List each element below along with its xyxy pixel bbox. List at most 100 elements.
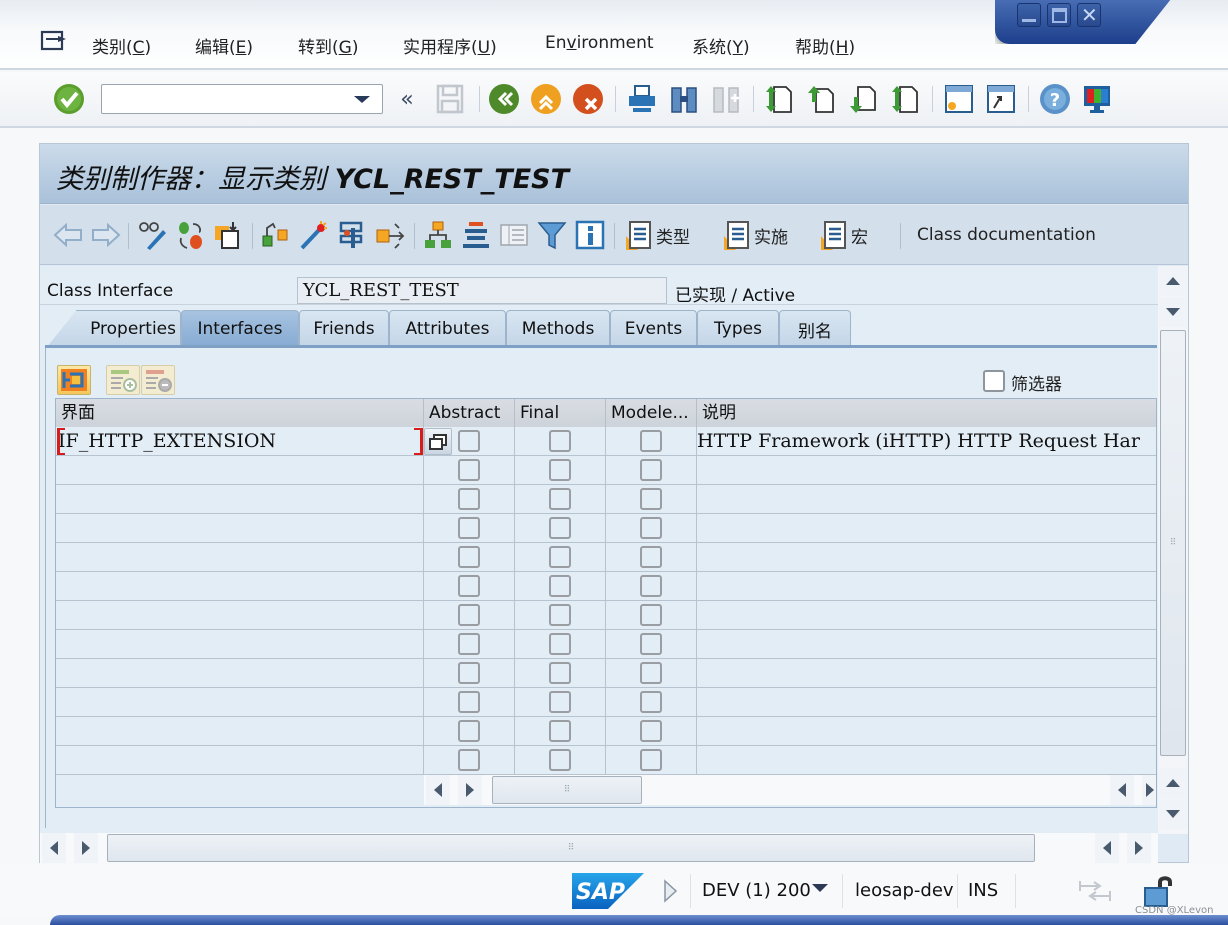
- table-row[interactable]: [56, 543, 1156, 572]
- new-session-icon[interactable]: [942, 82, 976, 116]
- object-list-icon[interactable]: [422, 219, 454, 251]
- scroll-left-button[interactable]: [42, 833, 66, 863]
- column-header-modeled[interactable]: Modele...: [606, 399, 697, 427]
- abstract-checkbox[interactable]: [458, 720, 480, 742]
- menu-item[interactable]: Environment: [545, 33, 654, 53]
- table-horizontal-scrollbar[interactable]: ⠿: [424, 775, 1156, 805]
- interface-cell[interactable]: [56, 514, 424, 543]
- active-inactive-icon[interactable]: [174, 219, 206, 251]
- display-navigation-icon[interactable]: [460, 219, 492, 251]
- modeled-checkbox[interactable]: [640, 430, 662, 452]
- display-change-icon[interactable]: [136, 219, 168, 251]
- maximize-button[interactable]: [1047, 3, 1071, 27]
- save-icon[interactable]: [433, 82, 467, 116]
- table-row[interactable]: IF_HTTP_EXTENSION HTTP Framework (iHTTP) …: [56, 427, 1156, 456]
- tab-attributes[interactable]: Attributes: [389, 310, 506, 347]
- abstract-checkbox[interactable]: [458, 662, 480, 684]
- minimize-button[interactable]: [1017, 3, 1041, 27]
- print-icon[interactable]: [625, 82, 659, 116]
- menu-item[interactable]: 类别(C): [92, 33, 151, 58]
- modeled-checkbox[interactable]: [640, 459, 662, 481]
- exit-icon[interactable]: [529, 82, 563, 116]
- scroll-left-button[interactable]: [426, 775, 450, 805]
- abstract-checkbox[interactable]: [458, 488, 480, 510]
- help-icon[interactable]: ?: [1038, 82, 1072, 116]
- lock-icon[interactable]: [1142, 874, 1176, 908]
- scroll-down-button[interactable]: [1159, 297, 1187, 327]
- table-row[interactable]: [56, 630, 1156, 659]
- abstract-checkbox[interactable]: [458, 459, 480, 481]
- class-interface-field[interactable]: YCL_REST_TEST: [297, 277, 667, 304]
- forward-arrow-icon[interactable]: [90, 219, 122, 251]
- scroll-up-button[interactable]: [1159, 768, 1187, 798]
- find-next-icon[interactable]: [709, 82, 743, 116]
- where-used-icon[interactable]: [374, 219, 406, 251]
- tab-types[interactable]: Types: [697, 310, 779, 347]
- find-icon[interactable]: [667, 82, 701, 116]
- final-checkbox[interactable]: [549, 488, 571, 510]
- column-header-description[interactable]: 说明: [697, 399, 1156, 427]
- interface-cell[interactable]: [56, 601, 424, 630]
- interface-cell[interactable]: [56, 630, 424, 659]
- customize-layout-icon[interactable]: [1080, 82, 1114, 116]
- abstract-checkbox[interactable]: [458, 691, 480, 713]
- abstract-checkbox[interactable]: [458, 430, 480, 452]
- content-vertical-scrollbar[interactable]: ⠿: [1158, 266, 1188, 834]
- types-button[interactable]: 类型: [624, 219, 690, 251]
- previous-page-icon[interactable]: [804, 82, 838, 116]
- scroll-right-button[interactable]: [458, 775, 482, 805]
- interface-cell[interactable]: [56, 717, 424, 746]
- modeled-checkbox[interactable]: [640, 488, 662, 510]
- scroll-left-button[interactable]: [1110, 775, 1134, 805]
- abstract-checkbox[interactable]: [458, 546, 480, 568]
- display-toggle-button[interactable]: [57, 365, 91, 395]
- filter-icon[interactable]: [536, 219, 568, 251]
- table-row[interactable]: [56, 717, 1156, 746]
- interface-cell[interactable]: [56, 688, 424, 717]
- final-checkbox[interactable]: [549, 575, 571, 597]
- scroll-up-button[interactable]: [1159, 266, 1187, 296]
- tab-interfaces[interactable]: Interfaces: [181, 310, 299, 347]
- horizontal-scroll-thumb[interactable]: ⠿: [107, 834, 1035, 862]
- menu-item[interactable]: 编辑(E): [195, 33, 253, 58]
- interface-cell[interactable]: [56, 485, 424, 514]
- final-checkbox[interactable]: [549, 546, 571, 568]
- modeled-checkbox[interactable]: [640, 633, 662, 655]
- final-checkbox[interactable]: [549, 430, 571, 452]
- modeled-checkbox[interactable]: [640, 604, 662, 626]
- menu-item[interactable]: 转到(G): [298, 33, 358, 58]
- interface-cell[interactable]: [56, 456, 424, 485]
- final-checkbox[interactable]: [549, 749, 571, 771]
- shortcut-icon[interactable]: [984, 82, 1018, 116]
- interface-cell[interactable]: [56, 659, 424, 688]
- column-header-interface[interactable]: 界面: [56, 399, 424, 427]
- first-page-icon[interactable]: [762, 82, 796, 116]
- tab-events[interactable]: Events: [610, 310, 697, 347]
- interface-cell[interactable]: IF_HTTP_EXTENSION: [56, 427, 424, 456]
- abstract-checkbox[interactable]: [458, 517, 480, 539]
- column-header-final[interactable]: Final: [515, 399, 606, 427]
- final-checkbox[interactable]: [549, 633, 571, 655]
- back-icon[interactable]: [487, 82, 521, 116]
- command-input[interactable]: [102, 85, 352, 113]
- content-horizontal-scrollbar[interactable]: ⠿: [40, 833, 1158, 863]
- enter-icon[interactable]: [52, 82, 86, 116]
- command-field[interactable]: [101, 84, 383, 114]
- scroll-right-button[interactable]: [1127, 833, 1151, 863]
- command-history-dropdown-icon[interactable]: [354, 96, 370, 103]
- modeled-checkbox[interactable]: [640, 517, 662, 539]
- interface-cell[interactable]: [56, 746, 424, 775]
- delete-row-button[interactable]: [141, 365, 175, 395]
- final-checkbox[interactable]: [549, 720, 571, 742]
- modeled-checkbox[interactable]: [640, 720, 662, 742]
- system-dropdown-icon[interactable]: [812, 884, 828, 892]
- horizontal-scroll-thumb[interactable]: ⠿: [492, 776, 642, 804]
- table-row[interactable]: [56, 688, 1156, 717]
- next-page-icon[interactable]: [846, 82, 880, 116]
- filter-checkbox[interactable]: [983, 370, 1005, 392]
- scroll-right-button[interactable]: [1142, 775, 1156, 805]
- modeled-checkbox[interactable]: [640, 691, 662, 713]
- interface-cell[interactable]: [56, 572, 424, 601]
- abstract-checkbox[interactable]: [458, 633, 480, 655]
- info-icon[interactable]: [574, 219, 606, 251]
